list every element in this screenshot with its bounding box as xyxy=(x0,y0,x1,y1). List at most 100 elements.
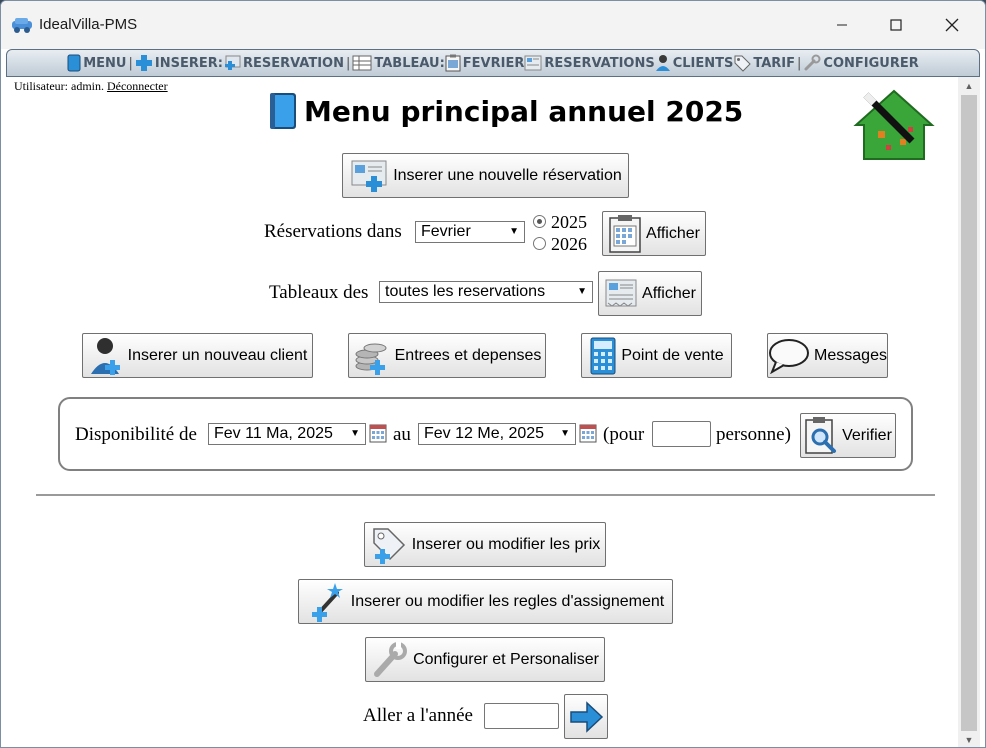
new-client-button[interactable]: Inserer un nouveau client xyxy=(82,333,313,378)
section-divider xyxy=(36,494,935,496)
show-reservations-button[interactable]: Afficher xyxy=(602,211,706,256)
month-select-value: Fevrier xyxy=(421,223,471,240)
magic-wand-icon xyxy=(311,582,343,622)
month-select[interactable]: Fevrier ▼ xyxy=(415,221,525,243)
close-button[interactable] xyxy=(929,1,975,49)
menu-item-label: FEVRIER xyxy=(462,55,525,71)
page-title-text: Menu principal annuel 2025 xyxy=(304,94,744,128)
user-label: Utilisateur: admin. xyxy=(14,79,104,93)
button-label: Inserer ou modifier les prix xyxy=(411,535,601,553)
reservations-label: Réservations dans xyxy=(264,221,402,242)
button-label: Inserer ou modifier les regles d'assigne… xyxy=(350,592,665,610)
speech-bubble-icon xyxy=(769,338,810,374)
button-label: Configurer et Personaliser xyxy=(413,650,599,668)
prices-button[interactable]: Inserer ou modifier les prix xyxy=(364,522,606,567)
menu-item-clients[interactable]: CLIENTS xyxy=(655,54,733,72)
year-radio-2026[interactable] xyxy=(533,237,546,250)
price-tag-icon xyxy=(372,527,405,564)
date-from-value: Fev 11 Ma, 2025 xyxy=(214,425,333,442)
configure-button[interactable]: Configurer et Personaliser xyxy=(365,637,605,682)
plus-icon xyxy=(135,55,152,71)
dropdown-arrow-icon: ▼ xyxy=(350,428,360,439)
scroll-down-icon[interactable]: ▼ xyxy=(958,731,980,747)
maximize-icon xyxy=(890,19,902,31)
menu-item-configurer[interactable]: CONFIGURER xyxy=(803,54,919,72)
menu-item-label: TARIF xyxy=(753,55,796,71)
calendar-icon[interactable] xyxy=(369,423,387,443)
scroll-up-icon[interactable]: ▲ xyxy=(958,77,980,95)
button-label: Point de vente xyxy=(621,346,724,364)
button-label: Messages xyxy=(814,346,887,364)
reservations-icon xyxy=(605,279,637,307)
button-label: Inserer une nouvelle réservation xyxy=(393,166,622,184)
wrench-icon xyxy=(804,54,821,71)
reservations-icon xyxy=(524,55,542,71)
menu-separator: | xyxy=(345,55,351,71)
tables-label: Tableaux des xyxy=(269,282,369,303)
to-label: au xyxy=(393,424,411,445)
minimize-button[interactable] xyxy=(819,1,865,49)
clipboard-icon xyxy=(445,54,461,72)
income-expenses-button[interactable]: Entrees et depenses xyxy=(348,333,546,378)
verify-button[interactable]: Verifier xyxy=(800,413,896,458)
close-icon xyxy=(945,18,959,32)
vertical-scrollbar[interactable]: ▲ ▼ xyxy=(958,77,980,747)
scrollbar-thumb[interactable] xyxy=(961,95,977,731)
minimize-icon xyxy=(837,24,847,26)
wrench-icon xyxy=(374,641,408,677)
menu-item-reservations[interactable]: RESERVATIONS xyxy=(524,54,655,72)
year-radio-2025[interactable] xyxy=(533,215,546,228)
calculator-icon xyxy=(590,337,616,374)
maximize-button[interactable] xyxy=(873,1,919,49)
date-from-select[interactable]: Fev 11 Ma, 2025 ▼ xyxy=(208,423,366,445)
menu-separator: | xyxy=(128,55,133,71)
coins-icon xyxy=(355,343,387,375)
window-title: IdealVilla-PMS xyxy=(39,16,138,33)
point-of-sale-button[interactable]: Point de vente xyxy=(581,333,732,378)
user-line: Utilisateur: admin. Déconnecter xyxy=(14,79,168,94)
menu-item-reservation[interactable]: RESERVATION xyxy=(223,54,344,72)
year-input[interactable] xyxy=(484,703,559,729)
menu-item-inserer[interactable]: INSERER: xyxy=(135,54,223,72)
reservation-icon xyxy=(351,160,387,192)
menu-item-tableau[interactable]: TABLEAU: xyxy=(352,54,445,72)
arrow-right-icon xyxy=(570,700,604,733)
button-label: Afficher xyxy=(646,224,700,242)
button-label: Entrees et depenses xyxy=(394,346,542,364)
menu-item-fevrier[interactable]: FEVRIER xyxy=(445,54,525,72)
app-window: IdealVilla-PMS MENU | INSERER: RESERVATI… xyxy=(0,0,986,748)
date-to-select[interactable]: Fev 12 Me, 2025 ▼ xyxy=(418,423,576,445)
dropdown-arrow-icon: ▼ xyxy=(577,286,587,297)
go-year-button[interactable] xyxy=(564,694,608,739)
book-icon xyxy=(67,54,81,72)
messages-button[interactable]: Messages xyxy=(767,333,888,378)
assignment-rules-button[interactable]: Inserer ou modifier les regles d'assigne… xyxy=(298,579,673,624)
calendar-icon[interactable] xyxy=(579,423,597,443)
pour-label: (pour xyxy=(603,424,645,445)
button-label: Verifier xyxy=(842,426,892,444)
menu-item-label: CONFIGURER xyxy=(823,55,919,71)
show-tables-button[interactable]: Afficher xyxy=(598,271,702,316)
search-clipboard-icon xyxy=(805,416,837,454)
calendar-clipboard-icon xyxy=(609,214,641,253)
menu-item-label: RESERVATION xyxy=(242,55,344,71)
menu-item-tarif[interactable]: TARIF xyxy=(733,54,795,72)
tag-icon xyxy=(734,55,752,72)
persons-input[interactable] xyxy=(652,421,711,447)
client-icon xyxy=(655,55,670,71)
button-label: Inserer un nouveau client xyxy=(127,346,308,364)
car-app-icon xyxy=(12,18,32,33)
house-logo-icon xyxy=(853,89,935,160)
tables-select[interactable]: toutes les reservations ▼ xyxy=(379,281,593,303)
new-reservation-button[interactable]: Inserer une nouvelle réservation xyxy=(342,153,629,198)
logout-link[interactable]: Déconnecter xyxy=(107,79,168,93)
menu-bar: MENU | INSERER: RESERVATION | TABLEAU: F… xyxy=(6,49,980,77)
persons-suffix-label: personne) xyxy=(716,424,791,445)
date-to-value: Fev 12 Me, 2025 xyxy=(424,425,545,442)
availability-label: Disponibilité de xyxy=(75,424,197,445)
go-year-label: Aller a l'année xyxy=(363,705,473,726)
dropdown-arrow-icon: ▼ xyxy=(560,428,570,439)
reservation-icon xyxy=(224,55,241,70)
table-icon xyxy=(352,55,372,71)
menu-item-menu[interactable]: MENU xyxy=(67,54,127,72)
